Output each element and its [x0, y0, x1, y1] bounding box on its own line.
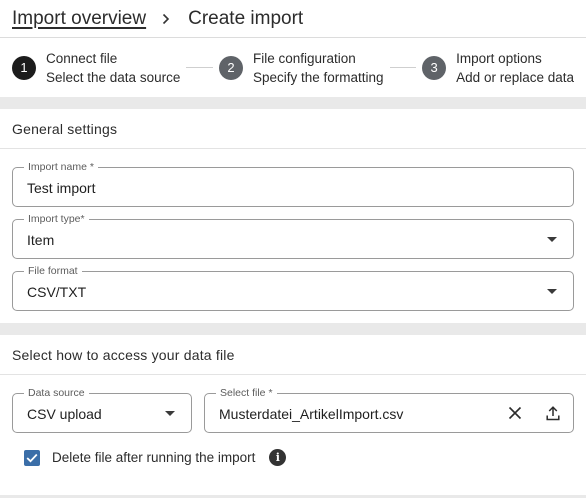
chevron-right-icon — [162, 13, 170, 25]
caret-down-icon — [547, 237, 557, 242]
data-source-select[interactable]: Data source CSV upload — [12, 386, 192, 433]
delete-file-checkbox[interactable] — [24, 449, 40, 466]
step-connector — [186, 67, 213, 68]
breadcrumb: Import overview Create import — [0, 0, 586, 38]
delete-file-option: Delete file after running the import i — [0, 449, 586, 466]
section-divider — [0, 97, 586, 109]
import-type-label: Import type* — [24, 212, 89, 226]
step-title: File configuration — [252, 50, 356, 66]
close-icon[interactable] — [505, 403, 525, 423]
step-subtitle: Add or replace data — [456, 69, 575, 85]
page-title: Create import — [188, 7, 304, 29]
access-form: Data source CSV upload Select file * Mus… — [0, 375, 586, 433]
step-number: 1 — [12, 55, 36, 80]
step-number: 3 — [422, 55, 447, 80]
step-subtitle: Specify the formatting — [252, 69, 384, 85]
import-name-value: Test import — [27, 180, 96, 196]
info-icon[interactable]: i — [269, 449, 287, 466]
import-name-label: Import name * — [24, 160, 98, 174]
step-number: 2 — [218, 55, 243, 80]
check-icon — [26, 453, 38, 462]
access-heading: Select how to access your data file — [0, 335, 586, 375]
breadcrumb-import-overview-link[interactable]: Import overview — [12, 8, 146, 30]
caret-down-icon — [547, 289, 557, 294]
step-connector — [389, 67, 417, 68]
delete-file-label: Delete file after running the import — [52, 450, 256, 465]
step-title: Import options — [456, 50, 542, 66]
file-format-label: File format — [24, 264, 82, 278]
data-source-label: Data source — [24, 386, 89, 400]
data-source-value: CSV upload — [27, 406, 102, 422]
import-type-select[interactable]: Import type* Item — [12, 212, 574, 259]
section-divider — [0, 323, 586, 335]
step-subtitle: Select the data source — [46, 69, 181, 85]
step-file-configuration[interactable]: 2 File configuration Specify the formatt… — [218, 49, 384, 87]
step-connect-file[interactable]: 1 Connect file Select the data source — [12, 49, 180, 87]
select-file-label: Select file * — [216, 386, 277, 400]
import-name-field[interactable]: Import name * Test import — [12, 160, 574, 207]
stepper: 1 Connect file Select the data source 2 … — [0, 38, 586, 97]
select-file-field[interactable]: Select file * Musterdatei_ArtikelImport.… — [204, 386, 574, 433]
step-import-options[interactable]: 3 Import options Add or replace data — [422, 49, 574, 87]
upload-icon[interactable] — [543, 403, 563, 423]
general-settings-heading: General settings — [0, 109, 586, 149]
import-type-value: Item — [27, 232, 55, 248]
select-file-value: Musterdatei_ArtikelImport.csv — [219, 406, 404, 422]
caret-down-icon — [165, 411, 175, 416]
file-format-select[interactable]: File format CSV/TXT — [12, 264, 574, 311]
step-title: Connect file — [46, 50, 118, 66]
general-settings-form: Import name * Test import Import type* I… — [0, 149, 586, 311]
file-format-value: CSV/TXT — [27, 284, 87, 300]
